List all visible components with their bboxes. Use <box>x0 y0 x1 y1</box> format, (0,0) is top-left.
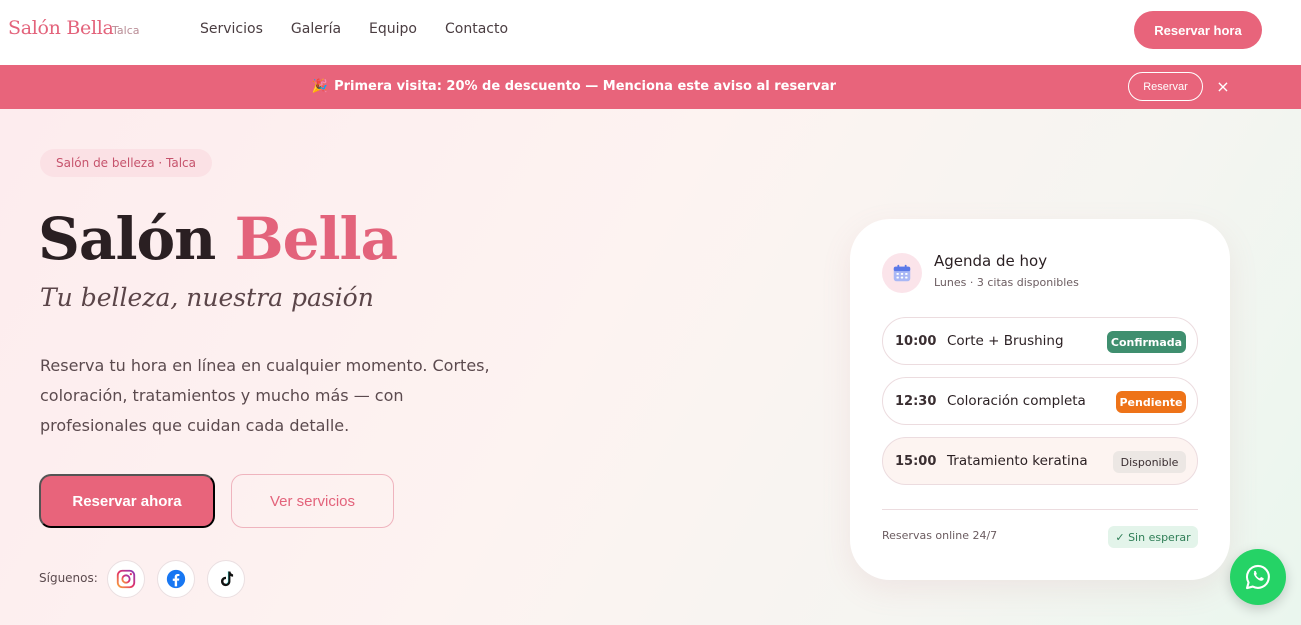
brand-logo[interactable]: Salón Bella <box>8 17 114 39</box>
agenda-card: Agenda de hoy Lunes · 3 citas disponible… <box>850 219 1230 580</box>
hero-tag: Salón de belleza · Talca <box>40 149 213 177</box>
status-badge: Disponible <box>1113 451 1186 473</box>
promo-reserve-button[interactable]: Reservar <box>1128 72 1203 101</box>
slot-time: 10:00 <box>895 334 937 349</box>
reserve-now-button[interactable]: Reservar ahora <box>39 474 215 528</box>
nav-link-equipo[interactable]: Equipo <box>369 21 417 37</box>
agenda-subtitle: Lunes · 3 citas disponibles <box>934 276 1079 289</box>
hero-section: Salón de belleza · Talca Salón Bella Tu … <box>0 109 1301 625</box>
hero-title-main: Salón <box>38 205 216 273</box>
hero-subtitle: Tu belleza, nuestra pasión <box>40 283 374 312</box>
view-services-button[interactable]: Ver servicios <box>231 474 394 528</box>
promo-banner: 🎉 Primera visita: 20% de descuento — Menc… <box>0 65 1301 109</box>
nav-links: Servicios Galería Equipo Contacto <box>200 21 536 37</box>
top-nav: Salón Bella Talca Servicios Galería Equi… <box>0 0 1301 65</box>
slot-service: Coloración completa <box>947 393 1086 409</box>
divider <box>882 509 1198 510</box>
brand-city: Talca <box>112 24 140 37</box>
appointment-slot[interactable]: 10:00 Corte + Brushing Confirmada <box>882 317 1198 365</box>
reserve-hour-button[interactable]: Reservar hora <box>1134 11 1262 49</box>
instagram-icon[interactable] <box>107 560 145 598</box>
agenda-title: Agenda de hoy <box>934 252 1048 270</box>
nav-link-servicios[interactable]: Servicios <box>200 21 263 37</box>
calendar-icon <box>882 253 922 293</box>
tiktok-icon[interactable] <box>207 560 245 598</box>
slot-time: 15:00 <box>895 454 937 469</box>
promo-text: Primera visita: 20% de descuento — Menci… <box>334 79 837 94</box>
no-wait-badge: ✓ Sin esperar <box>1108 526 1198 548</box>
nav-link-contacto[interactable]: Contacto <box>445 21 508 37</box>
hero-title-accent: Bella <box>234 205 399 273</box>
status-badge: Pendiente <box>1116 391 1186 413</box>
slot-service: Tratamiento keratina <box>947 453 1088 469</box>
promo-message: 🎉 Primera visita: 20% de descuento — Menc… <box>0 79 1148 94</box>
party-icon: 🎉 <box>311 79 329 94</box>
whatsapp-icon[interactable] <box>1230 549 1286 605</box>
facebook-icon[interactable] <box>157 560 195 598</box>
slot-time: 12:30 <box>895 394 937 409</box>
appointment-slot[interactable]: 15:00 Tratamiento keratina Disponible <box>882 437 1198 485</box>
agenda-footer-text: Reservas online 24/7 <box>882 529 998 542</box>
close-icon[interactable]: × <box>1215 77 1231 97</box>
hero-description: Reserva tu hora en línea en cualquier mo… <box>40 356 490 435</box>
slot-service: Corte + Brushing <box>947 333 1064 349</box>
appointment-slot[interactable]: 12:30 Coloración completa Pendiente <box>882 377 1198 425</box>
hero-title: Salón Bella <box>38 205 399 273</box>
nav-link-galeria[interactable]: Galería <box>291 21 341 37</box>
follow-label: Síguenos: <box>39 571 98 585</box>
status-badge: Confirmada <box>1107 331 1186 353</box>
